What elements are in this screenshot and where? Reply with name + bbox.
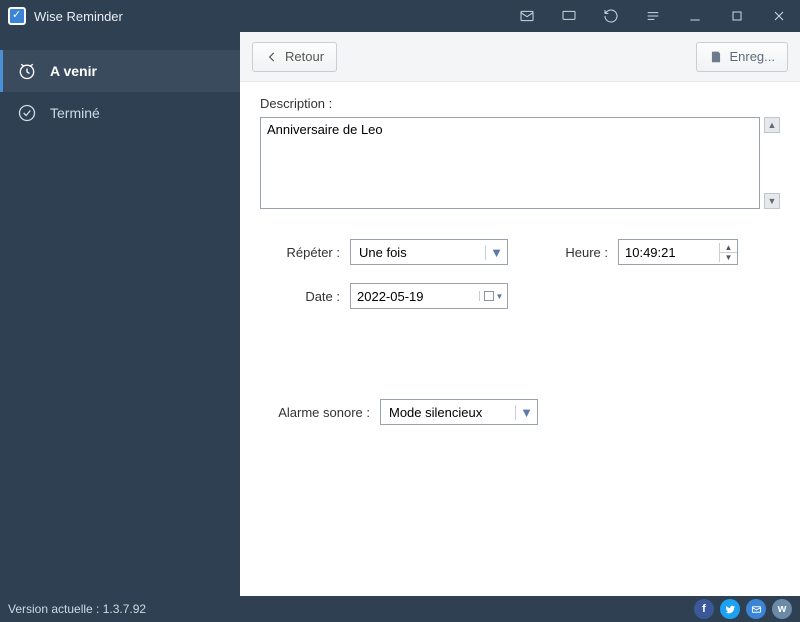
time-spinner[interactable]: ▲ ▼	[719, 243, 737, 262]
repeat-value: Une fois	[351, 245, 485, 260]
menu-icon[interactable]	[632, 0, 674, 32]
clock-icon	[16, 60, 38, 82]
back-button[interactable]: Retour	[252, 42, 337, 72]
chevron-left-icon	[265, 50, 279, 64]
close-button[interactable]	[758, 0, 800, 32]
save-button[interactable]: Enreg...	[696, 42, 788, 72]
time-value: 10:49:21	[619, 245, 719, 260]
repeat-select[interactable]: Une fois ▼	[350, 239, 508, 265]
statusbar: Version actuelle : 1.3.7.92 f w	[0, 596, 800, 622]
app-title: Wise Reminder	[34, 9, 123, 24]
alarm-select[interactable]: Mode silencieux ▼	[380, 399, 538, 425]
repeat-label: Répéter :	[260, 245, 340, 260]
spin-down-icon[interactable]: ▼	[720, 253, 737, 262]
alarm-value: Mode silencieux	[381, 405, 515, 420]
description-input[interactable]	[260, 117, 760, 209]
sidebar-item-label: A venir	[50, 63, 97, 79]
time-label: Heure :	[558, 245, 618, 260]
minimize-button[interactable]	[674, 0, 716, 32]
twitter-icon[interactable]	[720, 599, 740, 619]
app-icon	[8, 7, 26, 25]
description-label: Description :	[260, 96, 780, 111]
time-input[interactable]: 10:49:21 ▲ ▼	[618, 239, 738, 265]
calendar-icon	[484, 291, 494, 301]
sidebar-item-upcoming[interactable]: A venir	[0, 50, 240, 92]
calendar-dropdown-icon[interactable]: ▼	[479, 291, 507, 301]
date-value: 2022-05-19	[351, 289, 479, 304]
titlebar: Wise Reminder	[0, 0, 800, 32]
main-panel: Retour Enreg... Description : ▲ ▼	[240, 32, 800, 596]
version-label: Version actuelle : 1.3.7.92	[8, 602, 146, 616]
sidebar-item-done[interactable]: Terminé	[0, 92, 240, 134]
facebook-icon[interactable]: f	[694, 599, 714, 619]
date-label: Date :	[260, 289, 340, 304]
spin-up-icon[interactable]: ▲	[720, 243, 737, 253]
chevron-down-icon[interactable]: ▼	[515, 405, 537, 420]
scroll-up-icon[interactable]: ▲	[764, 117, 780, 133]
chevron-down-icon[interactable]: ▼	[485, 245, 507, 260]
scroll-down-icon[interactable]: ▼	[764, 193, 780, 209]
save-icon	[709, 50, 723, 64]
refresh-icon[interactable]	[590, 0, 632, 32]
sidebar: A venir Terminé	[0, 32, 240, 596]
description-scrollbar[interactable]: ▲ ▼	[764, 117, 780, 209]
form-toolbar: Retour Enreg...	[240, 32, 800, 82]
sidebar-item-label: Terminé	[50, 105, 100, 121]
check-circle-icon	[16, 102, 38, 124]
mail-icon[interactable]	[506, 0, 548, 32]
feedback-icon[interactable]	[548, 0, 590, 32]
wise-icon[interactable]: w	[772, 599, 792, 619]
date-input[interactable]: 2022-05-19 ▼	[350, 283, 508, 309]
mail-social-icon[interactable]	[746, 599, 766, 619]
alarm-label: Alarme sonore :	[260, 405, 370, 420]
back-button-label: Retour	[285, 49, 324, 64]
save-button-label: Enreg...	[729, 49, 775, 64]
maximize-button[interactable]	[716, 0, 758, 32]
